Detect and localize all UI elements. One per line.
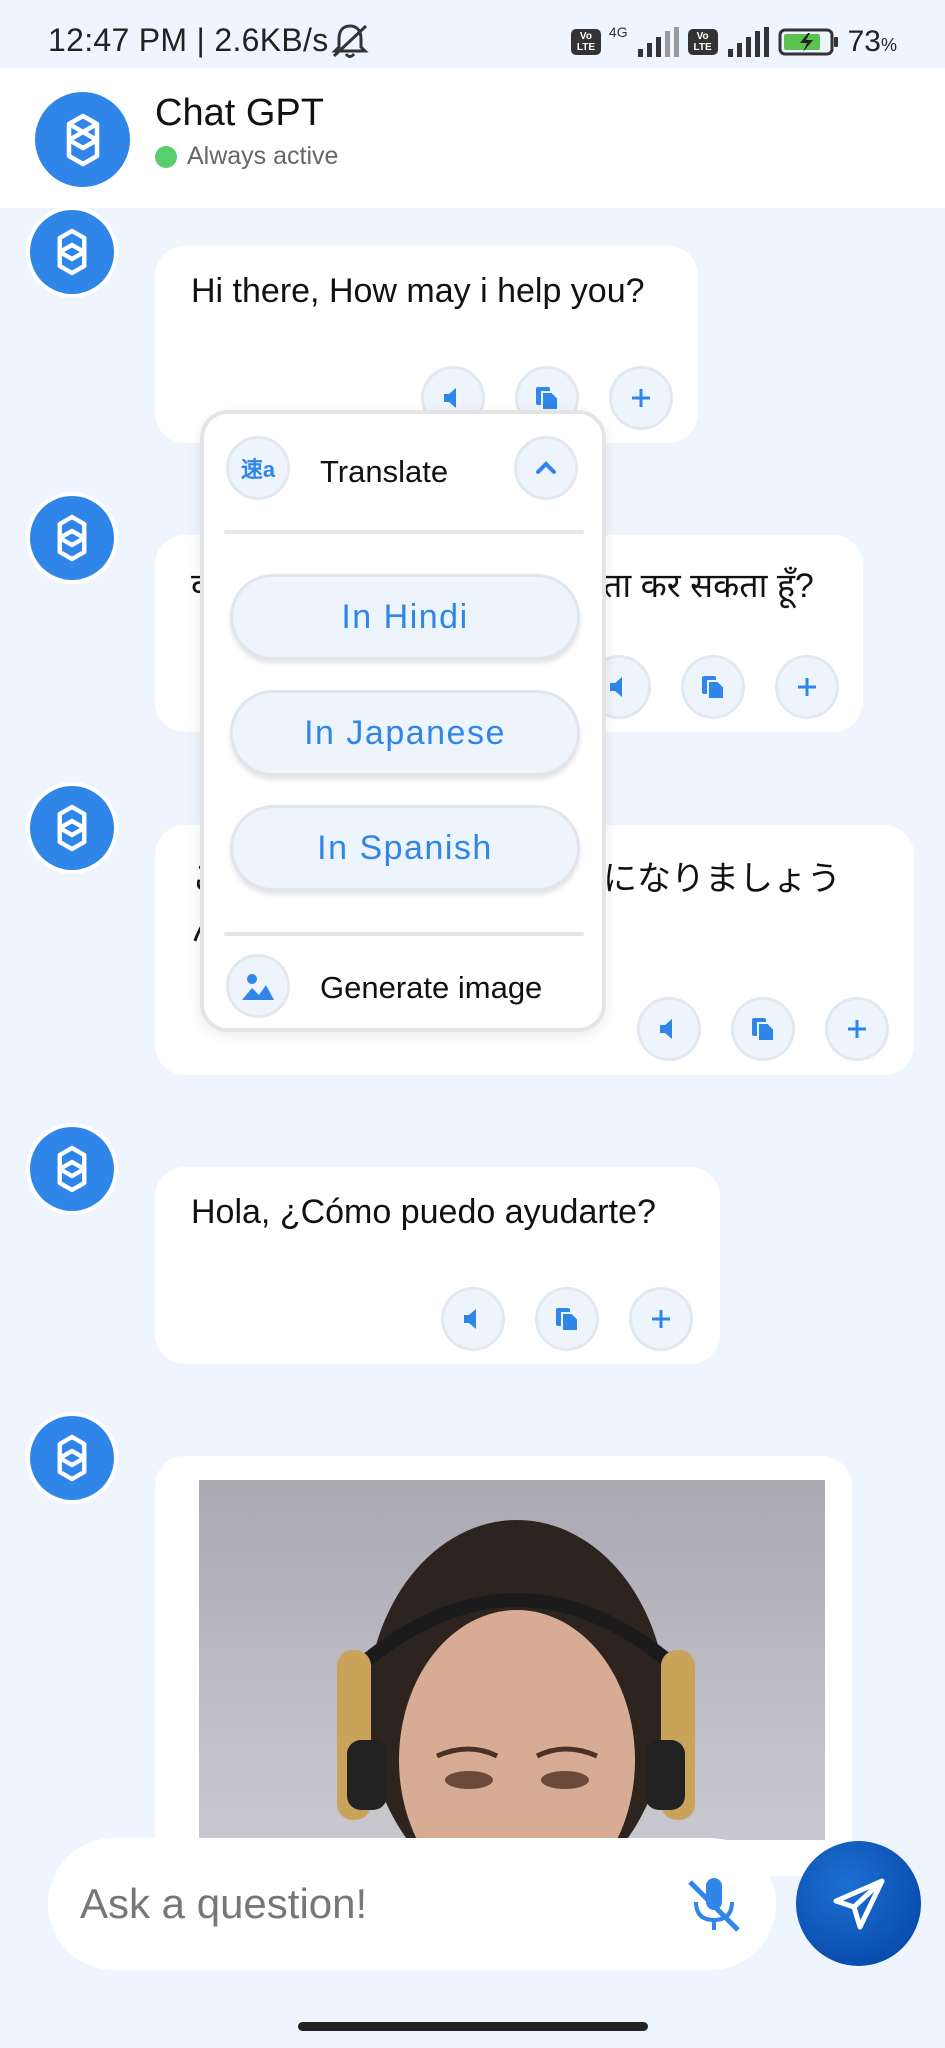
translate-label[interactable]: Translate: [320, 454, 448, 490]
openai-logo-icon: [57, 804, 87, 852]
more-button[interactable]: [825, 997, 889, 1061]
signal-icon-2: [727, 27, 769, 57]
message-bubble: Hola, ¿Cómo puedo ayudarte?: [155, 1167, 720, 1364]
translate-japanese-button[interactable]: In Japanese: [230, 690, 580, 776]
volte-icon: Vo LTE: [570, 29, 601, 55]
chevron-up-icon: [536, 461, 556, 474]
landscape-image-icon: [242, 974, 274, 1000]
copy-icon: [702, 676, 725, 700]
copy-button[interactable]: [681, 655, 745, 719]
message-actions: [587, 655, 839, 719]
online-status: Always active: [155, 142, 338, 171]
send-icon: [833, 1878, 884, 1929]
openai-logo-icon: [66, 113, 99, 166]
chat-title: Chat GPT: [155, 92, 324, 134]
translate-hindi-button[interactable]: In Hindi: [230, 574, 580, 660]
divider: [224, 530, 584, 534]
openai-logo-icon: [57, 1145, 87, 1193]
image-message-bubble: [155, 1456, 852, 1876]
speaker-icon: [464, 1309, 476, 1329]
more-button[interactable]: [775, 655, 839, 719]
message-text: Hi there, How may i help you?: [191, 272, 645, 310]
message-text: Hola, ¿Cómo puedo ayudarte?: [191, 1193, 656, 1231]
network-type: 4G: [608, 24, 628, 40]
portrait-photo: [337, 1520, 695, 1840]
openai-logo-icon: [57, 514, 87, 562]
chat-header: Chat GPT Always active: [0, 68, 945, 208]
message-avatar: [30, 1127, 114, 1211]
openai-logo-icon: [57, 1434, 87, 1482]
speak-button[interactable]: [441, 1287, 505, 1351]
message-actions: [637, 997, 889, 1061]
battery-level: 73%: [847, 25, 897, 58]
more-button[interactable]: [609, 366, 673, 430]
copy-icon: [752, 1018, 775, 1042]
plus-icon: [848, 1020, 866, 1038]
copy-icon: [536, 387, 559, 411]
question-input[interactable]: [80, 1868, 640, 1940]
openai-logo-icon: [57, 228, 87, 276]
collapse-button[interactable]: [514, 436, 578, 500]
speak-button[interactable]: [637, 997, 701, 1061]
speaker-icon: [610, 677, 622, 697]
status-bar: 12:47 PM | 2.6KB/s Vo LTE 4G Vo LTE 73%: [0, 0, 945, 68]
message-avatar: [30, 210, 114, 294]
speaker-icon: [660, 1019, 672, 1039]
battery-charging-icon: [778, 28, 838, 56]
volte-icon-2: Vo LTE: [687, 29, 718, 55]
signal-icon: [637, 27, 679, 57]
translate-icon: 速a: [226, 436, 290, 500]
home-indicator[interactable]: [298, 2022, 648, 2031]
message-avatar: [30, 496, 114, 580]
message-avatar: [30, 786, 114, 870]
generate-image-label[interactable]: Generate image: [320, 970, 542, 1006]
generated-image[interactable]: [199, 1480, 825, 1840]
message-options-popup: 速a Translate In Hindi In Japanese In Spa…: [200, 410, 606, 1032]
plus-icon: [798, 678, 816, 696]
translate-spanish-button[interactable]: In Spanish: [230, 805, 580, 891]
copy-button[interactable]: [731, 997, 795, 1061]
more-button[interactable]: [629, 1287, 693, 1351]
status-text: Always active: [187, 142, 339, 170]
image-icon: [226, 954, 290, 1018]
message-text-right: ता कर सकता हूँ?: [603, 567, 814, 605]
message-text-right: になりましょう: [603, 860, 841, 898]
speaker-icon: [444, 388, 456, 408]
message-actions: [441, 1287, 693, 1351]
bell-muted-icon: [331, 24, 369, 58]
divider: [224, 932, 584, 936]
message-avatar: [30, 1416, 114, 1500]
plus-icon: [652, 1310, 670, 1328]
online-dot-icon: [155, 145, 177, 168]
bot-avatar[interactable]: [35, 92, 130, 187]
status-icons: Vo LTE 4G Vo LTE 73%: [570, 22, 897, 62]
send-button[interactable]: [796, 1841, 921, 1966]
mic-off-icon[interactable]: [682, 1872, 746, 1936]
plus-icon: [632, 389, 650, 407]
copy-icon: [556, 1308, 579, 1332]
copy-button[interactable]: [535, 1287, 599, 1351]
message-composer: [48, 1838, 776, 1970]
status-time: 12:47 PM | 2.6KB/s: [48, 22, 329, 58]
